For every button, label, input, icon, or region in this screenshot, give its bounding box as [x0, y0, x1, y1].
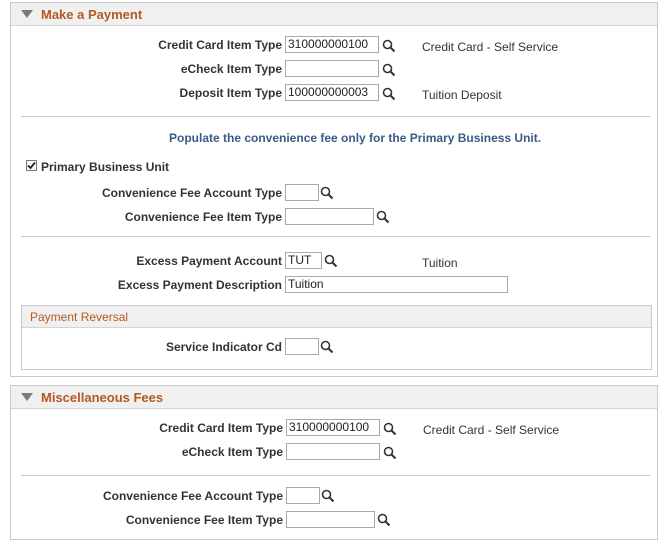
search-icon[interactable] — [320, 340, 334, 354]
excess-payment-description-input[interactable]: Tuition — [285, 276, 508, 293]
deposit-item-type-label: Deposit Item Type — [179, 86, 282, 100]
misc-conv-fee-item-type-input[interactable] — [286, 511, 375, 528]
search-icon[interactable] — [324, 254, 338, 268]
search-icon[interactable] — [382, 39, 396, 53]
credit-card-item-type-desc: Credit Card - Self Service — [422, 40, 559, 54]
make-payment-title: Make a Payment — [41, 7, 143, 22]
misc-credit-card-item-type-input[interactable]: 310000000100 — [286, 419, 380, 436]
conv-fee-account-type-label: Convenience Fee Account Type — [101, 186, 282, 200]
misc-conv-fee-item-type-label: Convenience Fee Item Type — [125, 513, 283, 527]
deposit-item-type-input[interactable]: 100000000003 — [285, 84, 379, 101]
search-icon[interactable] — [383, 422, 397, 436]
service-indicator-cd-label: Service Indicator Cd — [165, 340, 282, 354]
excess-payment-account-label: Excess Payment Account — [136, 254, 282, 268]
search-icon[interactable] — [383, 446, 397, 460]
search-icon[interactable] — [321, 489, 335, 503]
convenience-fee-info-text: Populate the convenience fee only for th… — [169, 131, 542, 145]
excess-payment-description-label: Excess Payment Description — [117, 278, 282, 292]
excess-payment-account-desc: Tuition — [422, 256, 458, 270]
payment-reversal-title: Payment Reversal — [30, 310, 129, 324]
misc-echeck-item-type-label: eCheck Item Type — [181, 445, 283, 459]
service-indicator-cd-input[interactable] — [285, 338, 319, 355]
misc-fees-title: Miscellaneous Fees — [41, 390, 164, 405]
collapse-triangle-icon[interactable] — [21, 10, 33, 18]
misc-fees-header[interactable]: Miscellaneous Fees — [11, 386, 657, 409]
misc-credit-card-item-type-desc: Credit Card - Self Service — [423, 423, 560, 437]
primary-business-unit-checkbox[interactable] — [26, 160, 37, 171]
echeck-item-type-label: eCheck Item Type — [180, 62, 282, 76]
search-icon[interactable] — [320, 186, 334, 200]
credit-card-item-type-input[interactable]: 310000000100 — [285, 36, 379, 53]
payment-reversal-header: Payment Reversal — [22, 306, 651, 328]
deposit-item-type-desc: Tuition Deposit — [422, 88, 502, 102]
payment-reversal-group: Payment Reversal — [21, 305, 652, 370]
search-icon[interactable] — [382, 63, 396, 77]
misc-conv-fee-account-type-input[interactable] — [286, 487, 320, 504]
divider — [21, 236, 650, 237]
misc-credit-card-item-type-label: Credit Card Item Type — [159, 421, 283, 435]
misc-conv-fee-account-type-label: Convenience Fee Account Type — [102, 489, 283, 503]
collapse-triangle-icon[interactable] — [21, 393, 33, 401]
make-payment-header[interactable]: Make a Payment — [11, 3, 657, 26]
divider — [21, 475, 650, 476]
conv-fee-account-type-input[interactable] — [285, 184, 319, 201]
excess-payment-account-input[interactable]: TUT — [285, 252, 322, 269]
search-icon[interactable] — [382, 87, 396, 101]
divider — [21, 116, 650, 117]
search-icon[interactable] — [377, 513, 391, 527]
conv-fee-item-type-input[interactable] — [285, 208, 374, 225]
echeck-item-type-input[interactable] — [285, 60, 379, 77]
credit-card-item-type-label: Credit Card Item Type — [158, 38, 282, 52]
conv-fee-item-type-label: Convenience Fee Item Type — [124, 210, 282, 224]
primary-business-unit-label: Primary Business Unit — [41, 160, 170, 174]
misc-echeck-item-type-input[interactable] — [286, 443, 380, 460]
search-icon[interactable] — [376, 210, 390, 224]
